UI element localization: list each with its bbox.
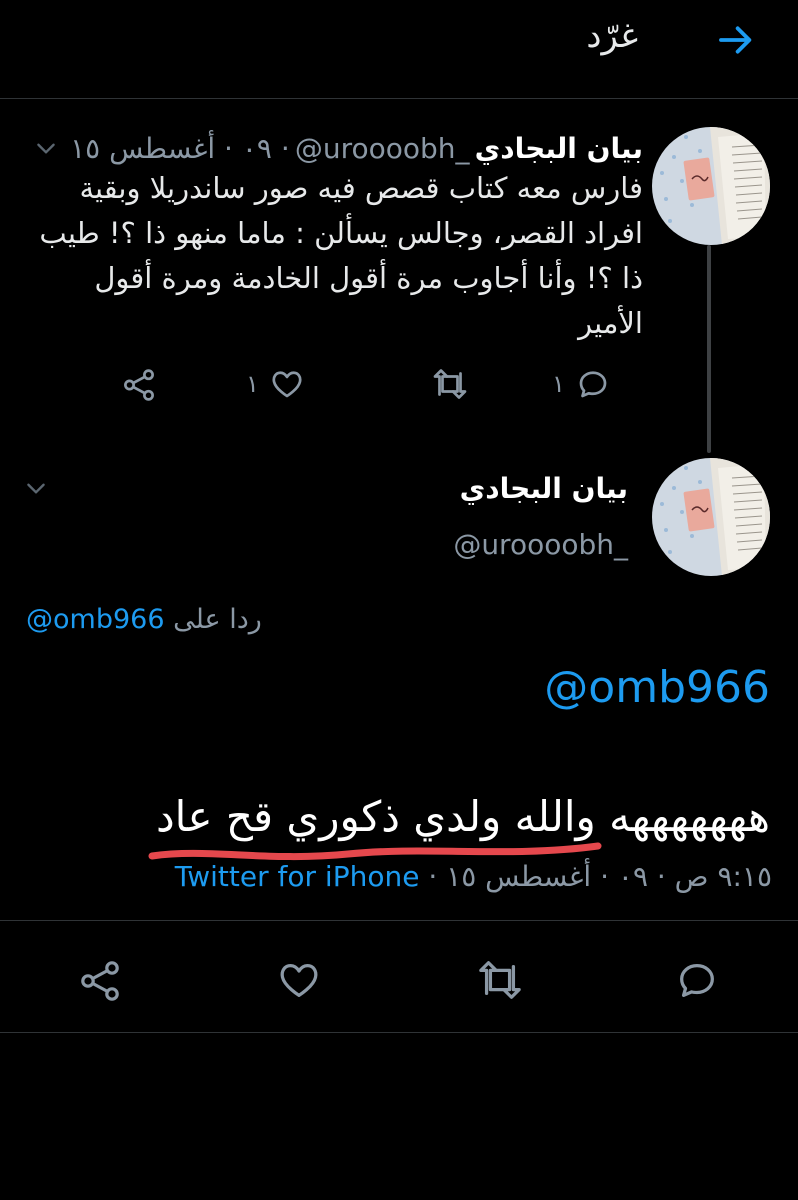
- back-button[interactable]: [714, 18, 758, 62]
- tweet-meta: ٩:١٥ ص · ٠٩ · أغسطس ١٥ · Twitter for iPh…: [175, 860, 772, 893]
- reply-button[interactable]: ١: [552, 366, 611, 402]
- heart-icon: [272, 371, 302, 398]
- tweet-timestamp[interactable]: ٩:١٥ ص · ٠٩ · أغسطس ١٥ ·: [428, 860, 772, 893]
- tweet-text: هههههههه والله ولدي ذكوري قح عاد: [155, 792, 770, 841]
- tweet-line: ذا ؟! وأنا أجاوب مرة أقول الخادمة ومرة أ…: [94, 261, 643, 295]
- like-button[interactable]: ١: [246, 366, 305, 402]
- top-bar: غرّد: [0, 0, 798, 99]
- source-app-link[interactable]: Twitter for iPhone: [175, 860, 420, 893]
- tweet-menu-button[interactable]: [26, 128, 66, 168]
- tweet-text: فارس معه كتاب قصص فيه صور ساندريلا وبقية…: [23, 166, 643, 346]
- page-title: غرّد: [586, 16, 638, 56]
- replying-prefix: ردا على: [173, 604, 262, 635]
- display-name[interactable]: بيان البجادي: [460, 472, 628, 505]
- tweet-header: بيان البجادي @uroooobh_ · ٠٩ · أغسطس ١٥: [70, 132, 643, 165]
- like-button[interactable]: [276, 957, 322, 1003]
- replying-mention-link[interactable]: @omb966: [26, 604, 165, 635]
- avatar[interactable]: [652, 127, 770, 245]
- heart-icon: [280, 963, 318, 997]
- tweet-line: فارس معه كتاب قصص فيه صور ساندريلا وبقية: [79, 171, 643, 205]
- share-button[interactable]: [120, 366, 158, 404]
- display-name[interactable]: بيان البجادي: [475, 132, 643, 165]
- tweet-line: الأمير: [578, 306, 643, 340]
- reply-count: ١: [552, 370, 565, 398]
- user-handle[interactable]: @uroooobh_: [453, 528, 628, 561]
- thread-line: [707, 245, 711, 453]
- avatar[interactable]: [652, 458, 770, 576]
- user-handle[interactable]: @uroooobh_: [295, 132, 470, 165]
- tweet-menu-button[interactable]: [16, 468, 56, 508]
- tweet-line: افراد القصر، وجالس يسألن : ماما منهو ذا …: [39, 216, 643, 250]
- retweet-icon: [433, 369, 467, 399]
- retweet-button[interactable]: [474, 957, 526, 1003]
- speech-bubble-icon: [579, 371, 607, 398]
- chevron-down-icon: [27, 483, 45, 494]
- share-icon: [124, 369, 154, 401]
- retweet-button[interactable]: [430, 366, 470, 402]
- speech-bubble-icon: [680, 963, 714, 997]
- mention-link[interactable]: @omb966: [544, 662, 770, 713]
- like-count: ١: [246, 370, 259, 398]
- share-icon: [81, 961, 119, 1001]
- retweet-icon: [479, 961, 521, 999]
- replying-to: ردا على @omb966: [26, 604, 262, 635]
- divider: [0, 1032, 798, 1033]
- divider: [0, 920, 798, 921]
- arrow-right-icon: [719, 26, 752, 54]
- tweet-date[interactable]: ٠٩ · أغسطس ١٥: [70, 132, 272, 165]
- reply-button[interactable]: [674, 957, 720, 1003]
- share-button[interactable]: [76, 957, 124, 1005]
- chevron-down-icon: [37, 143, 55, 154]
